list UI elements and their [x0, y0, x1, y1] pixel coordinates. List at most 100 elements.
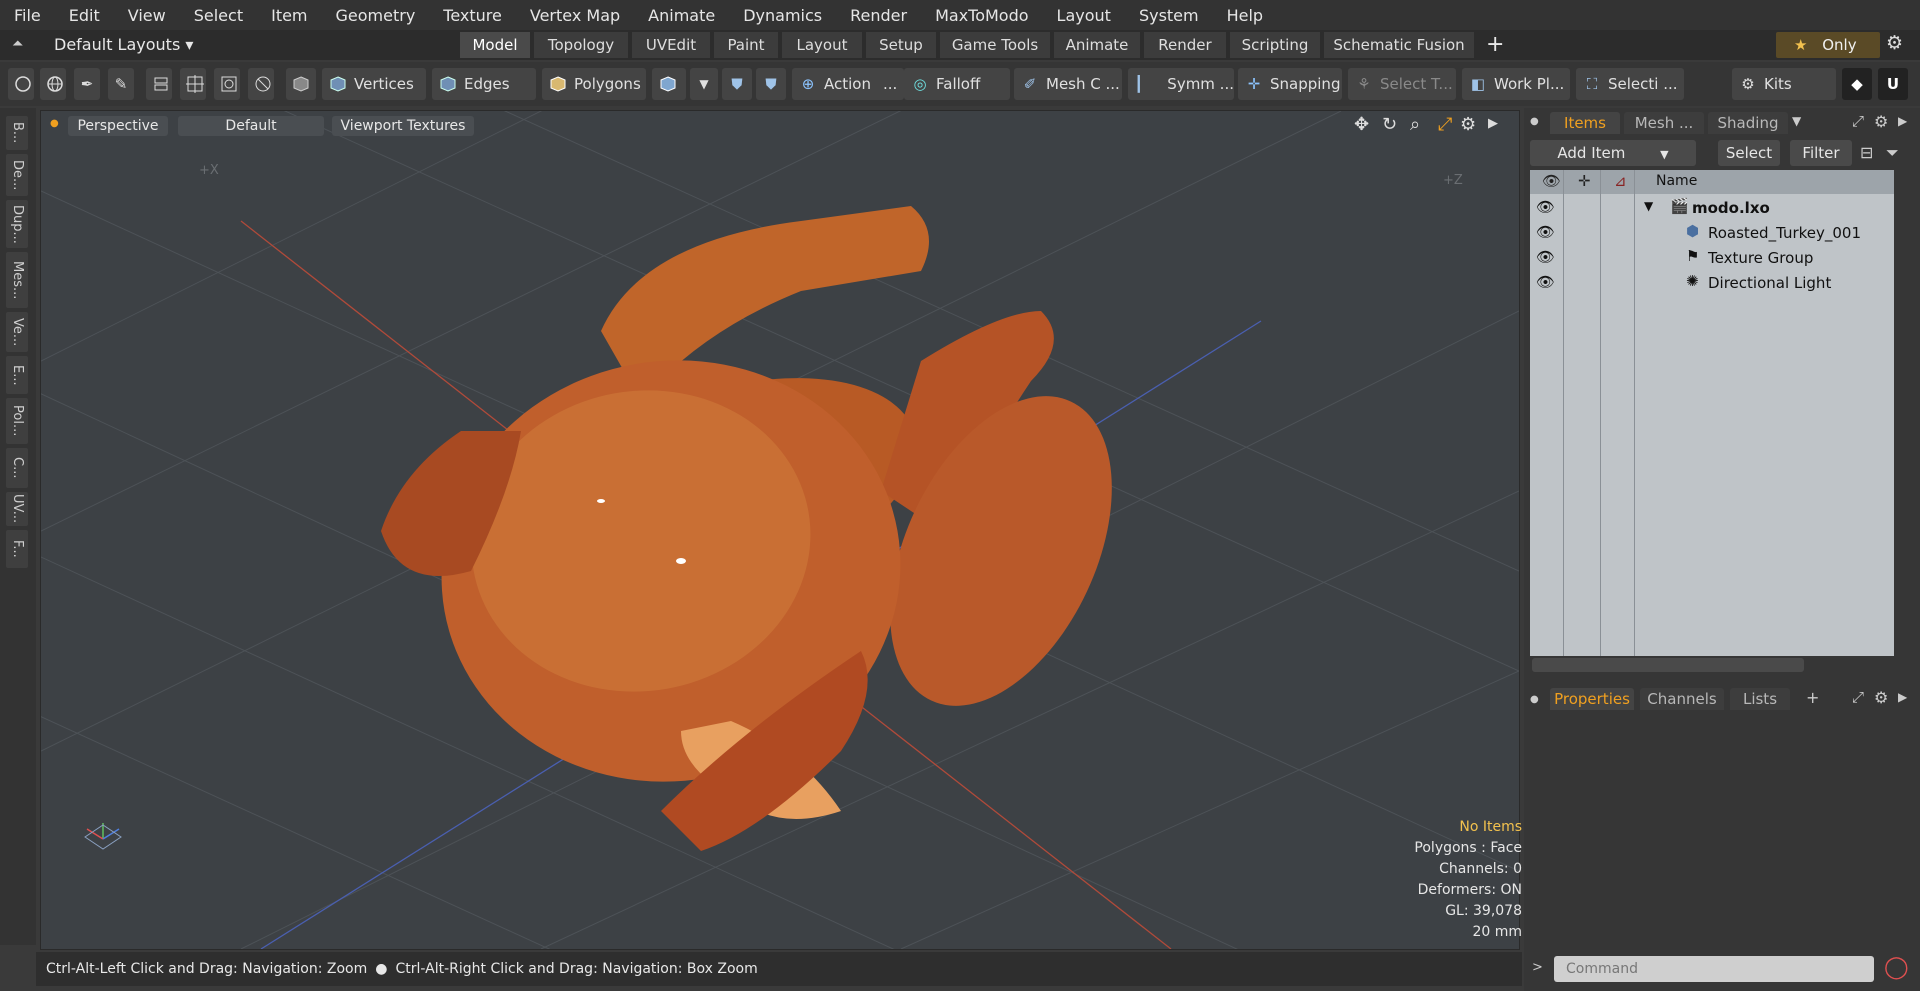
action-center-button[interactable]: ⊕ Action...	[792, 68, 904, 100]
tab-shading[interactable]: Shading	[1708, 112, 1788, 134]
viewport-textures-button[interactable]: Viewport Textures	[332, 116, 474, 136]
ball-shield-tool[interactable]: ⛊	[756, 68, 786, 100]
props-maximize-icon[interactable]: ⤢	[1852, 688, 1864, 706]
menu-file[interactable]: File	[0, 6, 55, 25]
left-tab-deform[interactable]: De...	[6, 154, 28, 196]
item-row-mesh[interactable]: 👁 ⬢ Roasted_Turkey_001	[1530, 220, 1894, 245]
visibility-eye-icon[interactable]: 👁	[1536, 273, 1555, 291]
visibility-eye-icon[interactable]: 👁	[1536, 223, 1555, 241]
select-through-button[interactable]: ⚘ Select T...	[1348, 68, 1456, 100]
viewport-expand-arrow-icon[interactable]: ▶	[1488, 116, 1498, 131]
left-tab-edge[interactable]: E...	[6, 356, 28, 394]
kits-button[interactable]: ⚙ Kits	[1732, 68, 1836, 100]
selection-sets-button[interactable]: ⛶ Selecti ...	[1576, 68, 1684, 100]
add-tab-icon[interactable]: +	[1486, 32, 1504, 57]
name-column-header[interactable]: Name	[1656, 173, 1697, 189]
menu-item[interactable]: Item	[257, 6, 321, 25]
symmetry-shield-tool[interactable]: ⛊	[722, 68, 752, 100]
select-button[interactable]: Select	[1718, 140, 1780, 166]
unity-button[interactable]: ◆	[1842, 68, 1872, 100]
left-tab-mesh-edit[interactable]: Mes...	[6, 252, 28, 308]
add-props-tab-icon[interactable]: +	[1806, 688, 1819, 707]
tab-layout[interactable]: Layout	[782, 32, 862, 58]
tab-scripting[interactable]: Scripting	[1230, 32, 1320, 58]
filter-button[interactable]: Filter	[1790, 140, 1852, 166]
item-row-light[interactable]: 👁 ✺ Directional Light	[1530, 270, 1894, 295]
snapping-button[interactable]: ✛ Snapping	[1238, 68, 1342, 100]
left-tab-duplicate[interactable]: Dup...	[6, 200, 28, 248]
menu-texture[interactable]: Texture	[429, 6, 516, 25]
command-input[interactable]: Command	[1554, 956, 1874, 982]
menu-layout[interactable]: Layout	[1043, 6, 1125, 25]
pen-tool[interactable]: ✒	[74, 68, 100, 100]
item-row-texture-group[interactable]: 👁 ⚑ Texture Group	[1530, 245, 1894, 270]
default-layouts-dropdown[interactable]: Default Layouts ▾	[54, 35, 193, 54]
command-history-arrow-icon[interactable]: >	[1532, 960, 1543, 975]
only-toggle[interactable]: ★ Only	[1776, 32, 1880, 58]
settings-gear-icon[interactable]: ⚙	[1886, 32, 1903, 54]
tab-items[interactable]: Items	[1550, 112, 1620, 134]
tab-render[interactable]: Render	[1144, 32, 1226, 58]
tab-paint[interactable]: Paint	[714, 32, 778, 58]
tab-setup[interactable]: Setup	[866, 32, 936, 58]
props-expand-arrow-icon[interactable]: ▶	[1898, 690, 1907, 704]
grid-tool[interactable]	[180, 68, 206, 100]
frame-tool[interactable]	[214, 68, 240, 100]
unreal-button[interactable]: U	[1878, 68, 1908, 100]
left-tab-polygon[interactable]: Pol...	[6, 398, 28, 444]
tab-lists[interactable]: Lists	[1730, 688, 1790, 710]
menu-geometry[interactable]: Geometry	[322, 6, 430, 25]
tab-schematic-fusion[interactable]: Schematic Fusion	[1324, 32, 1474, 58]
work-plane-button[interactable]: ◧ Work Pl...	[1462, 68, 1570, 100]
tab-mesh-ops[interactable]: Mesh ...	[1624, 112, 1704, 134]
left-tab-basic[interactable]: B...	[6, 116, 28, 150]
tab-model[interactable]: Model	[460, 32, 530, 58]
panel-settings-gear-icon[interactable]: ⚙	[1874, 112, 1888, 131]
items-panel-dot[interactable]: ●	[1530, 116, 1539, 127]
vertices-button[interactable]: Vertices	[322, 68, 426, 100]
list-options-icon[interactable]: ⊟	[1860, 143, 1873, 162]
rotate-view-icon[interactable]: ↻	[1382, 114, 1397, 135]
tab-properties[interactable]: Properties	[1550, 688, 1634, 710]
edges-button[interactable]: Edges	[432, 68, 536, 100]
falloff-button[interactable]: ◎ Falloff	[904, 68, 1010, 100]
maximize-view-icon[interactable]: ⤢	[1438, 114, 1452, 135]
panel-maximize-icon[interactable]: ⤢	[1852, 112, 1864, 130]
visibility-eye-icon[interactable]: 👁	[1536, 248, 1555, 266]
item-mode-button[interactable]	[286, 68, 316, 100]
props-settings-gear-icon[interactable]: ⚙	[1874, 688, 1888, 707]
mesh-constraints-button[interactable]: ✐ Mesh C ...	[1014, 68, 1122, 100]
material-mode-button[interactable]	[652, 68, 686, 100]
menu-select[interactable]: Select	[180, 6, 257, 25]
viewport-menu-dot[interactable]: ●	[50, 118, 59, 129]
menu-view[interactable]: View	[114, 6, 180, 25]
3d-viewport[interactable]: +X +Z	[40, 110, 1520, 950]
polygons-button[interactable]: Polygons	[542, 68, 646, 100]
expand-triangle-icon[interactable]: ▼	[1644, 199, 1653, 213]
menu-dynamics[interactable]: Dynamics	[729, 6, 836, 25]
menu-render[interactable]: Render	[836, 6, 921, 25]
menu-vertex-map[interactable]: Vertex Map	[516, 6, 634, 25]
items-horizontal-scrollbar[interactable]	[1532, 658, 1804, 672]
viewport-settings-gear-icon[interactable]: ⚙	[1460, 114, 1476, 135]
visibility-eye-icon[interactable]: 👁	[1536, 198, 1555, 216]
select-circle-tool[interactable]	[8, 68, 34, 100]
left-tab-uv[interactable]: UV...	[6, 492, 28, 526]
tab-animate[interactable]: Animate	[1054, 32, 1140, 58]
tab-channels[interactable]: Channels	[1640, 688, 1724, 710]
sculpt-tool[interactable]: ✎	[108, 68, 134, 100]
props-panel-dot[interactable]: ●	[1530, 694, 1539, 705]
collapse-up-icon[interactable]: ⏶	[12, 36, 23, 52]
menu-system[interactable]: System	[1125, 6, 1213, 25]
panel-expand-arrow-icon[interactable]: ▶	[1898, 114, 1907, 128]
funnel-filter-icon[interactable]: ⏷	[1886, 143, 1899, 163]
symmetry-button[interactable]: ┃ Symm ...	[1128, 68, 1234, 100]
menu-help[interactable]: Help	[1213, 6, 1277, 25]
tab-game-tools[interactable]: Game Tools	[940, 32, 1050, 58]
mode-dropdown[interactable]: ▼	[690, 68, 718, 100]
left-tab-vertex[interactable]: Ve...	[6, 312, 28, 352]
menu-edit[interactable]: Edit	[55, 6, 114, 25]
tab-topology[interactable]: Topology	[534, 32, 628, 58]
left-tab-fusion[interactable]: F...	[6, 530, 28, 568]
globe-tool[interactable]	[40, 68, 66, 100]
